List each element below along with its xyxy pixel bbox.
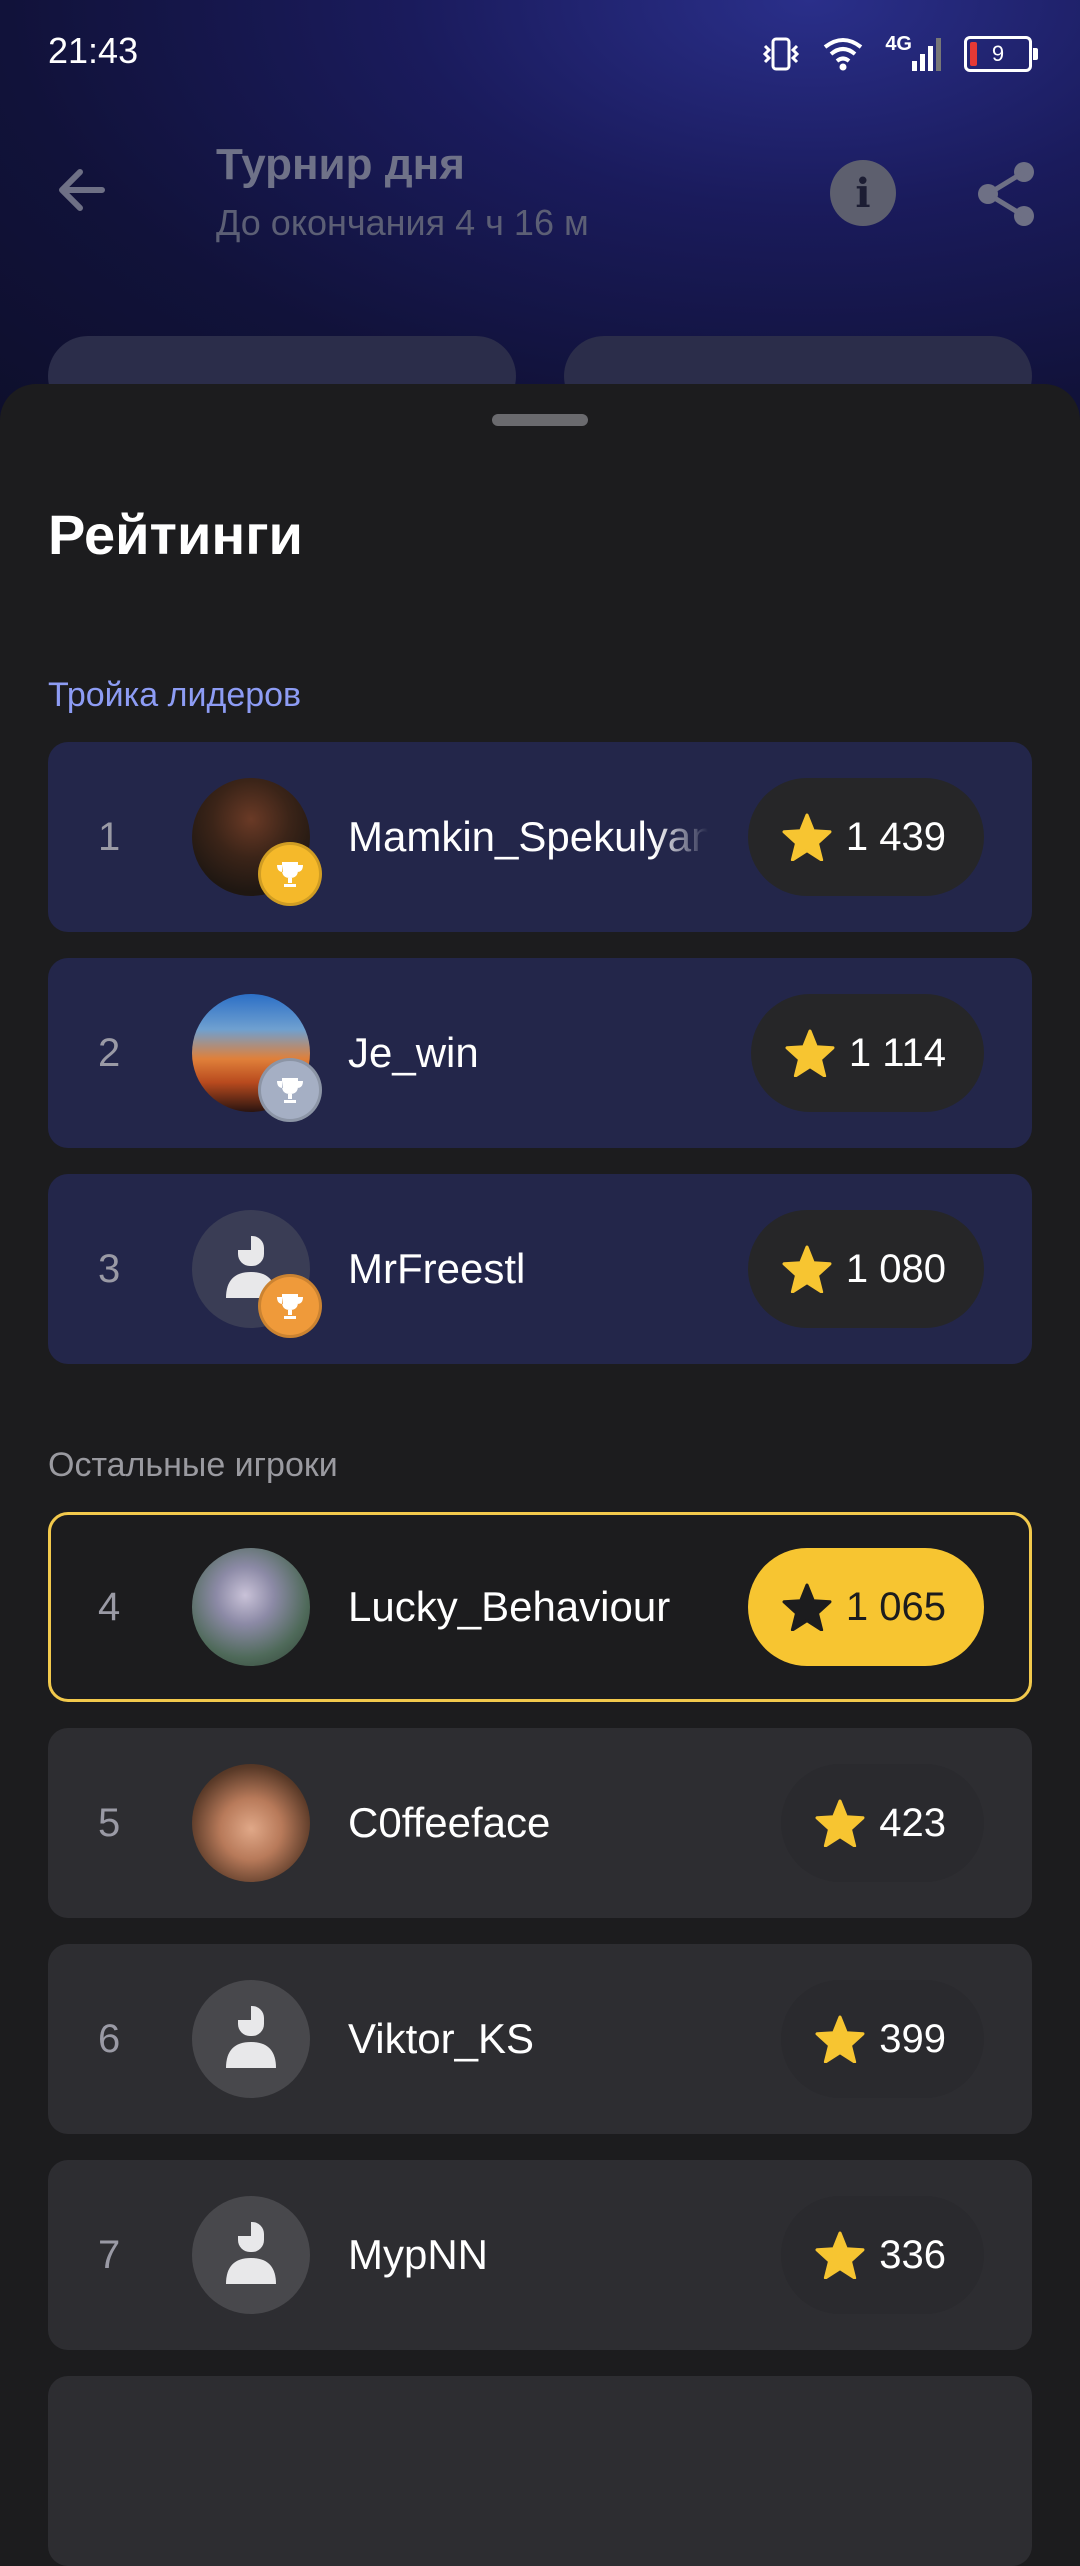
score-badge: 336 (781, 2196, 984, 2314)
sheet-title: Рейтинги (48, 503, 303, 566)
score-badge: 1 080 (747, 1210, 984, 1328)
info-icon[interactable]: i (830, 160, 896, 226)
star-icon (785, 1029, 835, 1077)
signal-icon (912, 38, 941, 71)
status-icons: 4G 9 (761, 30, 1038, 78)
wifi-icon (824, 38, 863, 71)
player-name: MypNN (348, 2231, 489, 2278)
star-icon (815, 1799, 865, 1847)
leaderboard-row-current-user[interactable]: 4 Lucky_Behaviour 1 065 (48, 1512, 1032, 1702)
score-value: 399 (879, 2016, 946, 2061)
leaderboard-row[interactable]: 2 Je_win 1 114 (48, 958, 1032, 1148)
rank-number: 3 (98, 1247, 121, 1291)
app-header: Турнир дня До окончания 4 ч 16 м i (0, 130, 1080, 250)
avatar (192, 994, 322, 1122)
avatar (192, 1210, 322, 1338)
leaderboard-row[interactable]: 1 Mamkin_Spekulyant 1 439 (48, 742, 1032, 932)
score-value: 1 439 (845, 814, 946, 859)
score-badge: 423 (781, 1764, 984, 1882)
status-bar: 21:43 4G 9 (0, 0, 1080, 110)
default-avatar-icon (192, 1980, 310, 2098)
star-icon (782, 813, 832, 861)
score-value: 1 114 (848, 1030, 946, 1075)
trophy-icon (258, 842, 322, 906)
score-badge: 399 (781, 1980, 984, 2098)
score-badge: 1 439 (747, 778, 984, 896)
network-type: 4G (885, 32, 912, 55)
rank-number: 7 (98, 2233, 121, 2277)
avatar (192, 778, 322, 906)
player-name: Lucky_Behaviour (348, 1583, 671, 1630)
avatar-photo (192, 1764, 310, 1882)
score-value: 1 080 (845, 1246, 946, 1291)
leaderboard-row[interactable]: 3 MrFreestl 1 080 (48, 1174, 1032, 1364)
page-subtitle: До окончания 4 ч 16 м (216, 202, 589, 243)
rank-number: 4 (98, 1585, 121, 1629)
avatar (192, 1980, 310, 2098)
ratings-sheet: Рейтинги Тройка лидеров Остальные игроки… (0, 384, 1080, 2566)
rank-number: 5 (98, 1801, 121, 1845)
page-title: Турнир дня (216, 140, 465, 189)
star-icon (815, 2015, 865, 2063)
trophy-icon (258, 1058, 322, 1122)
avatar (192, 2196, 310, 2314)
leaderboard-row[interactable] (48, 2376, 1032, 2566)
trophy-icon (258, 1274, 322, 1338)
vibrate-icon (763, 37, 800, 71)
score-value: 336 (879, 2232, 946, 2277)
score-value: 1 065 (845, 1584, 946, 1629)
share-icon[interactable] (970, 158, 1042, 230)
star-icon (815, 2231, 865, 2279)
player-name: C0ffeeface (348, 1799, 551, 1846)
top-three-label: Тройка лидеров (48, 676, 302, 714)
score-badge: 1 065 (747, 1548, 984, 1666)
rank-number: 6 (98, 2017, 121, 2061)
back-arrow-icon[interactable] (52, 160, 112, 220)
rank-number: 2 (98, 1031, 121, 1075)
score-value: 423 (879, 1800, 946, 1845)
status-time: 21:43 (48, 30, 139, 71)
default-avatar-icon (192, 2196, 310, 2314)
player-name: Je_win (348, 1029, 479, 1076)
star-icon (782, 1245, 832, 1293)
sheet-handle[interactable] (492, 414, 588, 426)
player-name: MrFreestl (348, 1245, 526, 1292)
avatar-photo (192, 1548, 310, 1666)
avatar (192, 1548, 310, 1666)
score-badge: 1 114 (750, 994, 984, 1112)
player-name: Mamkin_Spekulyant (348, 813, 708, 860)
leaderboard-row[interactable]: 5 C0ffeeface 423 (48, 1728, 1032, 1918)
leaderboard-row[interactable]: 6 Viktor_KS 399 (48, 1944, 1032, 2134)
other-players-label: Остальные игроки (48, 1446, 338, 1484)
leaderboard-row[interactable]: 7 MypNN 336 (48, 2160, 1032, 2350)
avatar (192, 1764, 310, 1882)
battery-icon: 9 (964, 36, 1038, 72)
star-icon (782, 1583, 832, 1631)
rank-number: 1 (98, 815, 121, 859)
player-name: Viktor_KS (348, 2015, 534, 2062)
